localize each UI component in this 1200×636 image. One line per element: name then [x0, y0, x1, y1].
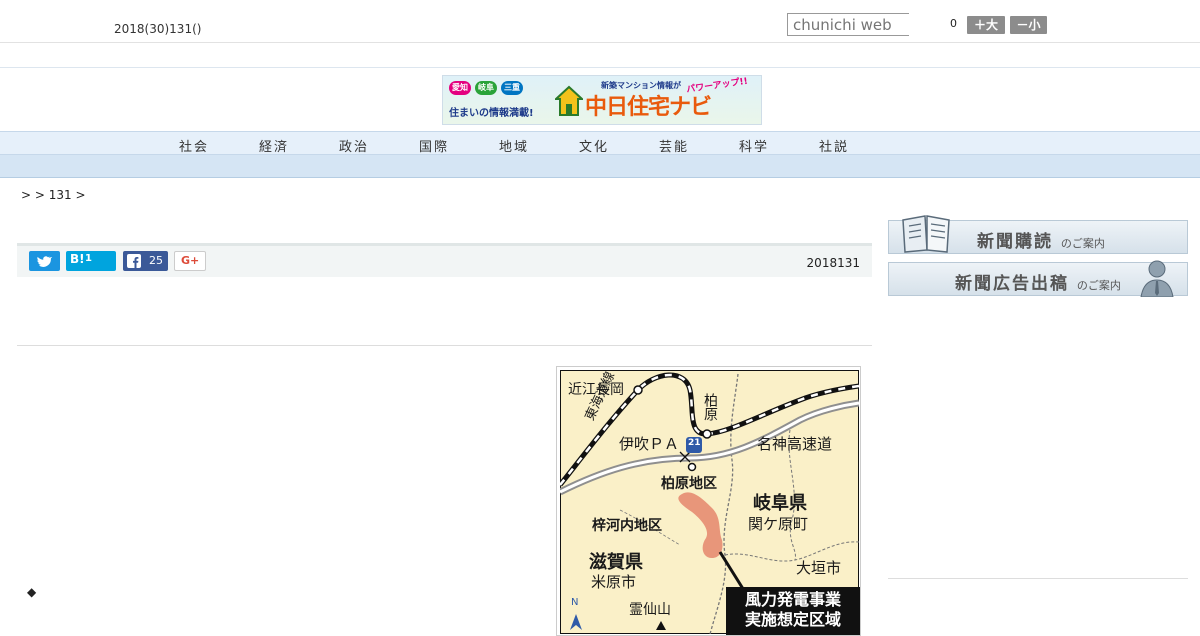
current-date: 2018(30)131() [114, 22, 202, 36]
facebook-share-button[interactable]: 25 [123, 251, 168, 271]
map-label-route21: 21 [688, 438, 701, 448]
house-icon [555, 85, 583, 116]
font-larger-button[interactable]: ＋大 [967, 16, 1005, 34]
nav-item-6[interactable]: 文化 [579, 136, 609, 155]
gplus-share-button[interactable]: G+ [174, 251, 206, 271]
facebook-icon [127, 254, 141, 268]
map-area-callout: 風力発電事業 実施想定区域 [726, 587, 860, 635]
sidebar-divider [888, 578, 1188, 579]
map-label-ryozen: 霊仙山 [629, 602, 671, 618]
gplus-icon: G+ [181, 254, 200, 267]
main-nav: 社会 経済 政治 国際 地域 文化 芸能 科学 社説 [0, 131, 1200, 155]
map-area-line2: 実施想定区域 [744, 610, 841, 629]
banner-pill-mie: 三重 [501, 81, 523, 95]
top-header: 2018(30)131() 0 ＋大 －小 [0, 0, 1200, 43]
search-input[interactable] [787, 13, 909, 36]
header-divider [0, 67, 1200, 68]
map-label-ogaki: 大垣市 [796, 559, 842, 577]
article-map: 近江長岡 柏原 東海道線 伊吹ＰＡ 21 名神高速道 柏原地区 岐阜県 関ケ原町… [556, 366, 861, 636]
map-label-sekigahara: 関ケ原町 [748, 515, 809, 533]
map-label-kashiwabara-station: 柏原 [702, 393, 718, 421]
nav-item-1[interactable]: 社会 [179, 136, 209, 155]
nav-item-8[interactable]: 科学 [739, 136, 769, 155]
map-label-maibara: 米原市 [591, 573, 637, 591]
nav-item-7[interactable]: 芸能 [659, 136, 689, 155]
nav-item-9[interactable]: 社説 [819, 136, 849, 155]
breadcrumb[interactable]: > > 131 > [21, 188, 86, 202]
map-label-ibuki-pa: 伊吹ＰＡ [619, 435, 680, 453]
hatena-icon: B! [70, 252, 85, 266]
map-area-line1: 風力発電事業 [744, 590, 841, 609]
north-arrow-icon: N [571, 597, 579, 608]
article-divider [17, 345, 872, 346]
hatena-count: 1 [85, 253, 92, 264]
nav-item-4[interactable]: 国際 [419, 136, 449, 155]
map-label-kashiwabara-district: 柏原地区 [661, 476, 717, 492]
banner-title: 中日住宅ナビ [585, 95, 712, 120]
share-bar: B! 1 25 G+ 2018131 [17, 243, 872, 277]
subscribe-title: 新聞購読 のご案内 [977, 232, 1105, 252]
sub-nav [0, 155, 1200, 178]
nav-item-5[interactable]: 地域 [499, 136, 529, 155]
banner-left-text: 住まいの情報満載! [449, 108, 534, 119]
businessman-icon [1140, 260, 1174, 297]
subscribe-banner[interactable]: 新聞購読 のご案内 [888, 215, 1188, 254]
nav-item-2[interactable]: 経済 [259, 136, 289, 155]
map-label-gifu-pref: 岐阜県 [753, 493, 807, 514]
map-label-meishin: 名神高速道 [757, 435, 833, 453]
font-size-indicator: 0 [950, 17, 957, 30]
banner-pill-aichi: 愛知 [449, 81, 471, 95]
facebook-count: 25 [149, 254, 163, 267]
newspaper-icon [902, 215, 950, 253]
ad-title: 新聞広告出稿 のご案内 [955, 274, 1121, 294]
paragraph-bullet: ◆ [27, 585, 37, 599]
font-smaller-button[interactable]: －小 [1010, 16, 1047, 34]
hatena-bookmark-button[interactable]: B! 1 [66, 251, 116, 271]
twitter-icon [37, 256, 53, 267]
advertising-banner[interactable]: 新聞広告出稿 のご案内 [888, 260, 1188, 297]
publish-date: 2018131 [806, 256, 860, 270]
banner-pill-gifu: 岐阜 [475, 81, 497, 95]
housing-navi-banner[interactable]: 愛知 岐阜 三重 住まいの情報満載! 新築マンション情報が パワーアップ!! 中… [442, 75, 762, 125]
twitter-share-button[interactable] [29, 251, 60, 271]
nav-item-3[interactable]: 政治 [339, 136, 369, 155]
map-label-azusakawachi: 梓河内地区 [592, 518, 662, 534]
